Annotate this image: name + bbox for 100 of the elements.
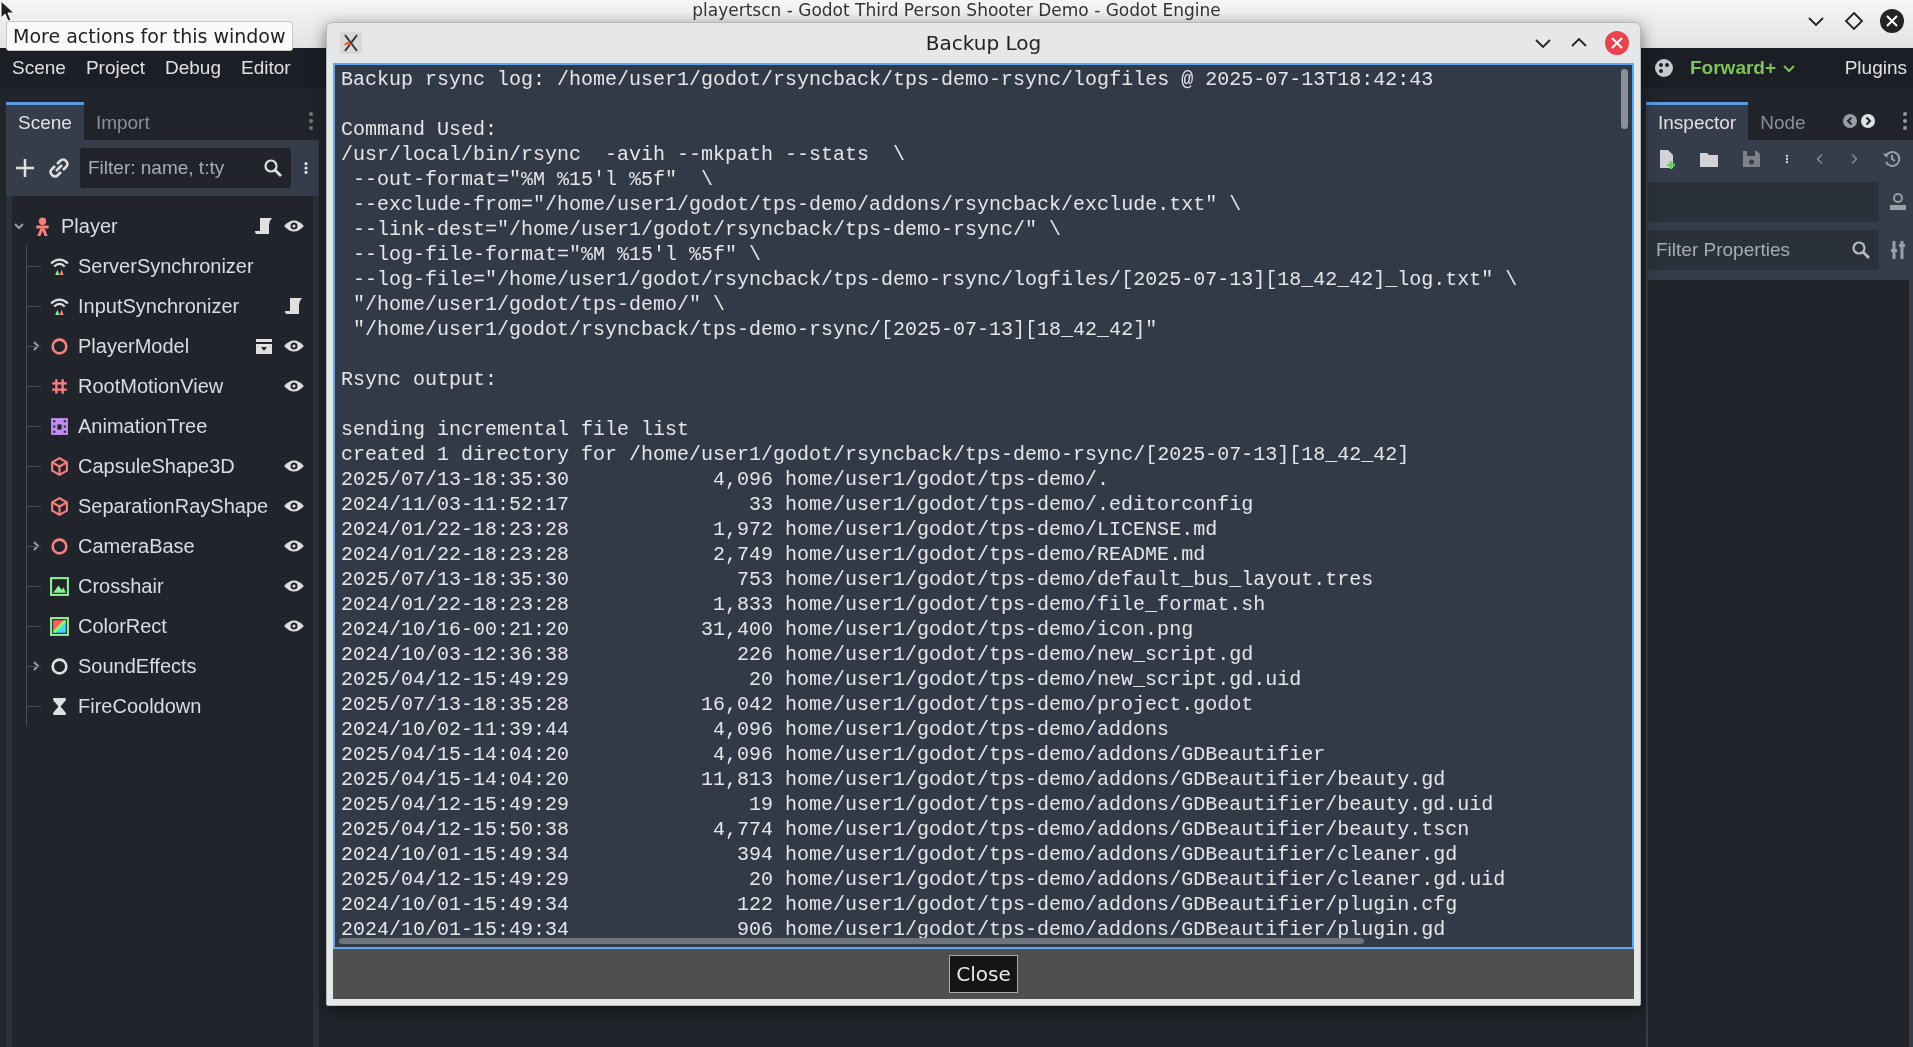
- node-name[interactable]: SoundEffects: [78, 654, 313, 678]
- file-path: home/user1/godot/tps-demo/addons/GDBeautifier/beauty.gd.uid: [785, 792, 1495, 817]
- close-button[interactable]: [1879, 8, 1905, 34]
- filter-field[interactable]: Filter Properties: [1648, 230, 1879, 270]
- file-path: home/user1/godot/tps-demo/addons: [785, 717, 1171, 742]
- dialog-title: Backup Log: [925, 31, 1042, 55]
- file-date: 2025/04/12-15:49:29: [341, 867, 570, 892]
- log-line: Command Used:: [341, 117, 499, 142]
- file-path: home/user1/godot/tps-demo/addons/GDBeautifier: [785, 742, 1327, 767]
- file-size: 1,972: [712, 517, 774, 542]
- menu-item[interactable]: Editor: [233, 53, 299, 83]
- file-date: 2024/01/22-18:23:28: [341, 517, 570, 542]
- file-size: 4,096: [712, 467, 774, 492]
- file-size: 20: [748, 867, 774, 892]
- file-date: 2024/10/01-15:49:34: [341, 917, 570, 942]
- file-path: home/user1/godot/tps-demo/addons/GDBeautifier/plugin.gd: [785, 917, 1447, 942]
- dock-tab[interactable]: Inspector: [1646, 102, 1749, 140]
- color-square-icon: [49, 615, 70, 637]
- node-name[interactable]: AnimationTree: [78, 414, 313, 438]
- node-name[interactable]: Crosshair: [78, 574, 283, 598]
- kebab-menu-icon[interactable]: [307, 111, 315, 131]
- file-date: 2024/10/03-12:36:38: [341, 642, 570, 667]
- file-size: 4,096: [712, 742, 774, 767]
- circle-icon: [49, 335, 70, 357]
- node-name[interactable]: SeparationRayShape: [78, 494, 283, 518]
- log-line: "/home/user1/godot/rsyncback/tps-demo-rsync/[2025-07-13][18_42_42]": [353, 318, 1158, 341]
- script-icon[interactable]: [253, 217, 275, 235]
- dock-tab[interactable]: Scene: [6, 102, 84, 140]
- node-name[interactable]: ServerSynchronizer: [78, 254, 313, 278]
- log-line: /usr/local/bin/rsync -avih --mkpath --stats \: [341, 143, 906, 166]
- menu-item[interactable]: Debug: [157, 53, 229, 83]
- close-button[interactable]: Close: [949, 955, 1018, 993]
- file-date: 2025/07/13-18:35:30: [341, 467, 570, 492]
- node-name[interactable]: ColorRect: [78, 614, 283, 638]
- node-name[interactable]: RootMotionView: [78, 374, 283, 398]
- file-path: home/user1/godot/tps-demo/addons/GDBeautifier/beauty.tscn: [785, 817, 1471, 842]
- previous-icon[interactable]: [1842, 113, 1859, 129]
- circle-icon: [49, 535, 70, 557]
- cube-icon: [49, 455, 70, 477]
- file-date: 2024/01/22-18:23:28: [341, 542, 570, 567]
- file-size: 33: [748, 492, 774, 517]
- log-line: --out-format="%M %15'l %5f" \: [353, 168, 714, 191]
- log-line: Backup rsync log: /home/user1/godot/rsyncback/tps-demo-rsync/logfiles @ 2025-07-13T18:42:43: [341, 67, 1435, 92]
- file-path: home/user1/godot/tps-demo/.editorconfig: [785, 492, 1255, 517]
- file-size: 19: [748, 792, 774, 817]
- file-path: home/user1/godot/tps-demo/new_script.gd: [785, 642, 1255, 667]
- file-path: home/user1/godot/tps-demo/new_script.gd.uid: [785, 667, 1303, 692]
- node-name[interactable]: InputSynchronizer: [78, 294, 283, 318]
- file-date: 2024/11/03-11:52:17: [341, 492, 570, 517]
- dock-tab[interactable]: Import: [83, 102, 162, 140]
- file-size: 20: [748, 667, 774, 692]
- log-line: sending incremental file list: [341, 417, 691, 442]
- log-line: "/home/user1/godot/tps-demo/" \: [353, 293, 726, 316]
- scrollbar[interactable]: [339, 938, 1364, 944]
- link-icon[interactable]: [46, 155, 72, 181]
- dock-tab[interactable]: Node: [1748, 102, 1818, 140]
- search-icon: [263, 158, 283, 178]
- node-name[interactable]: Player: [61, 214, 253, 238]
- file-size: 122: [736, 892, 774, 917]
- log-line: --log-file-format="%M %15'l %5f" \: [353, 243, 762, 266]
- window-title: playertscn - Godot Third Person Shooter Demo - Godot Engine: [692, 0, 1221, 20]
- log-line: --log-file="/home/user1/godot/rsyncback/tps-demo-rsync/logfiles/[2025-07-13][18_42_42]_log.txt" \: [353, 268, 1518, 291]
- node-name[interactable]: PlayerModel: [78, 334, 253, 358]
- file-path: home/user1/godot/tps-demo/addons/GDBeautifier/cleaner.gd: [785, 842, 1459, 867]
- film-icon: [49, 415, 70, 437]
- node-name[interactable]: FireCooldown: [78, 694, 313, 718]
- file-date: 2025/04/12-15:50:38: [341, 817, 570, 842]
- file-date: 2024/10/02-11:39:44: [341, 717, 570, 742]
- save-icon[interactable]: [1740, 148, 1763, 170]
- file-path: home/user1/godot/tps-demo/addons/GDBeautifier/beauty.gd: [785, 767, 1447, 792]
- file-size: 4,096: [712, 717, 774, 742]
- scrollbar[interactable]: [1621, 69, 1628, 129]
- node-name[interactable]: CameraBase: [78, 534, 283, 558]
- file-size: 753: [736, 567, 774, 592]
- file-size: 906: [736, 917, 774, 942]
- file-size: 31,400: [700, 617, 774, 642]
- file-path: home/user1/godot/tps-demo/addons/GDBeautifier/cleaner.gd.uid: [785, 867, 1507, 892]
- kebab-menu-icon[interactable]: [1901, 111, 1909, 131]
- file-path: home/user1/godot/tps-demo/README.md: [785, 542, 1207, 567]
- file-path: home/user1/godot/tps-demo/icon.png: [785, 617, 1195, 642]
- plugins-menu[interactable]: Plugins: [1844, 57, 1913, 79]
- renderer-dropdown[interactable]: Forward+: [1686, 53, 1801, 83]
- file-date: 2024/10/01-15:49:34: [341, 892, 570, 917]
- file-size: 1,833: [712, 592, 774, 617]
- file-date: 2025/04/15-14:04:20: [341, 767, 570, 792]
- log-line: Rsync output:: [341, 367, 499, 392]
- file-size: 226: [736, 642, 774, 667]
- menu-item[interactable]: Project: [77, 53, 153, 83]
- filter-field[interactable]: Filter: name, t:ty: [80, 148, 291, 188]
- file-date: 2025/07/13-18:35:30: [341, 567, 570, 592]
- script-icon[interactable]: [283, 297, 305, 315]
- file-date: 2025/07/13-18:35:28: [341, 692, 570, 717]
- tooltip: More actions for this window: [6, 21, 293, 51]
- clapperboard-icon[interactable]: [253, 337, 275, 355]
- file-path: home/user1/godot/tps-demo/default_bus_layout.tres: [785, 567, 1375, 592]
- cursor-icon: [0, 0, 16, 22]
- next-icon[interactable]: [1860, 113, 1877, 129]
- node-name[interactable]: CapsuleShape3D: [78, 454, 283, 478]
- menu-item[interactable]: Scene: [4, 53, 74, 83]
- file-path: home/user1/godot/tps-demo/file_format.sh: [785, 592, 1267, 617]
